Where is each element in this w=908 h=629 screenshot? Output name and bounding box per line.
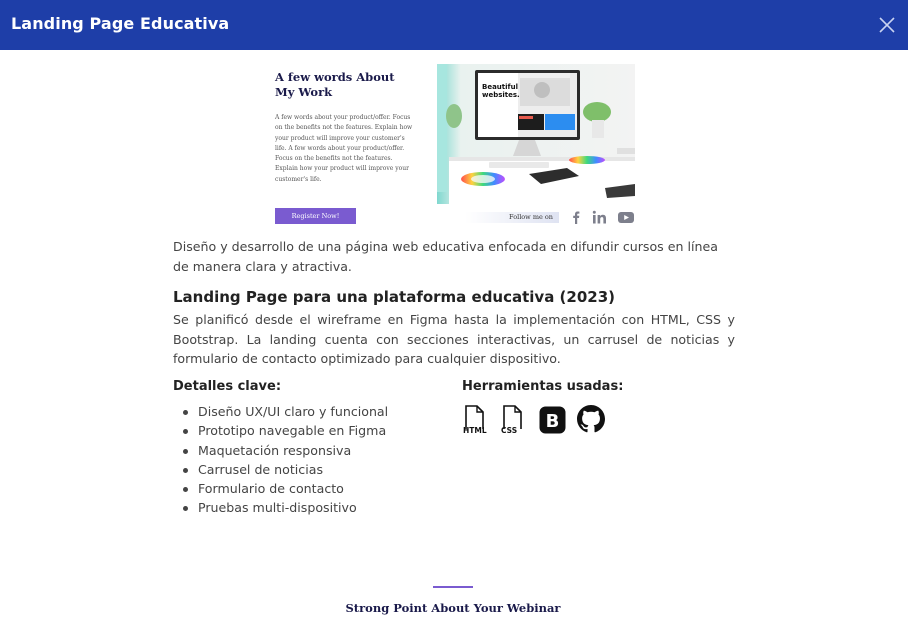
github-icon [577, 405, 605, 433]
close-icon[interactable] [878, 16, 896, 34]
facebook-icon [573, 211, 580, 224]
svg-text:CSS: CSS [501, 426, 517, 435]
list-item: Maquetación responsiva [180, 441, 440, 460]
tools-title: Herramientas usadas: [462, 379, 624, 394]
preview-section-heading: Strong Point About Your Webinar [345, 601, 561, 615]
svg-text:websites.: websites. [482, 91, 520, 99]
css-file-icon: CSS [501, 405, 522, 435]
list-item: Carrusel de noticias [180, 460, 440, 479]
modal-header: Landing Page Educativa [0, 0, 908, 50]
svg-text:B: B [546, 411, 560, 432]
svg-text:HTML: HTML [463, 426, 487, 435]
section-divider [433, 586, 473, 588]
list-item: Prototipo navegable en Figma [180, 421, 440, 440]
list-item: Pruebas multi-dispositivo [180, 498, 440, 517]
modal-title: Landing Page Educativa [11, 14, 230, 33]
project-description: Se planificó desde el wireframe en Figma… [173, 312, 735, 366]
preview-register-button: Register Now! [275, 208, 356, 224]
html-file-icon: HTML [463, 405, 487, 435]
workspace-photo: Beautiful websites. [437, 64, 635, 204]
project-title: Landing Page para una plataforma educati… [173, 288, 616, 306]
preview-body-text: A few words about your product/offer. Fo… [275, 114, 413, 183]
preview-follow-label: Follow me on [465, 212, 559, 223]
youtube-icon [618, 212, 634, 223]
details-list: Diseño UX/UI claro y funcional Prototipo… [180, 402, 440, 518]
project-summary: Diseño y desarrollo de una página web ed… [173, 239, 718, 274]
project-preview-image: A few words About My Work A few words ab… [255, 58, 655, 230]
preview-heading: A few words About My Work [275, 70, 395, 99]
bootstrap-icon: B [539, 406, 566, 434]
details-title: Detalles clave: [173, 379, 282, 394]
photo-caption: Beautiful [482, 83, 518, 91]
linkedin-icon [592, 210, 606, 224]
list-item: Diseño UX/UI claro y funcional [180, 402, 440, 421]
list-item: Formulario de contacto [180, 479, 440, 498]
